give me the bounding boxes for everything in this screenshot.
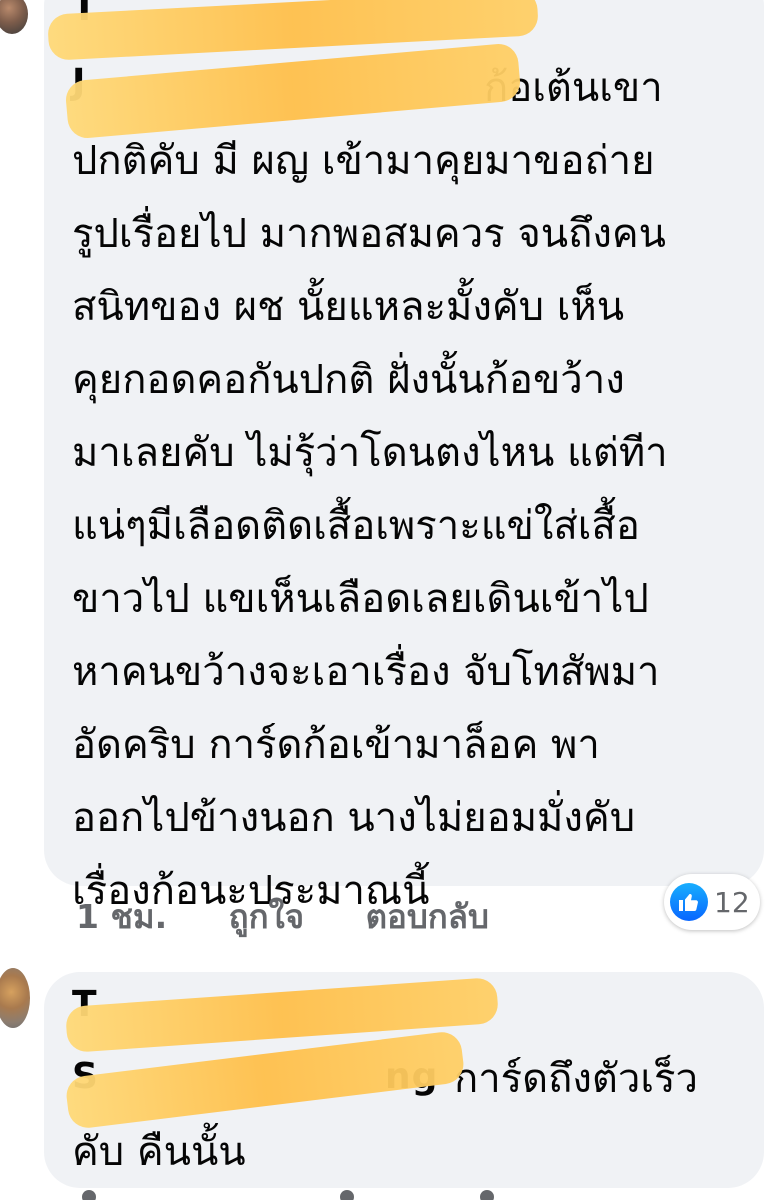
- reaction-count: 12: [714, 885, 750, 919]
- comment-timestamp[interactable]: 1 ชม.: [76, 890, 167, 943]
- comment-actions: 1 ชม. ถูกใจ ตอบกลับ: [76, 890, 489, 943]
- reaction-summary[interactable]: 12: [664, 874, 760, 930]
- commenter-avatar[interactable]: [0, 0, 28, 34]
- like-icon: [670, 883, 708, 921]
- reply-button[interactable]: ตอบกลับ: [366, 890, 489, 943]
- like-button[interactable]: ถูกใจ: [229, 890, 304, 943]
- comment-text: ก้อเต้นเขา ปกติคับ มี ผญ เข้ามาคุยมาขอถ่…: [72, 65, 668, 914]
- commenter-avatar[interactable]: [0, 968, 30, 1028]
- next-comment-cutoff: [80, 1188, 500, 1200]
